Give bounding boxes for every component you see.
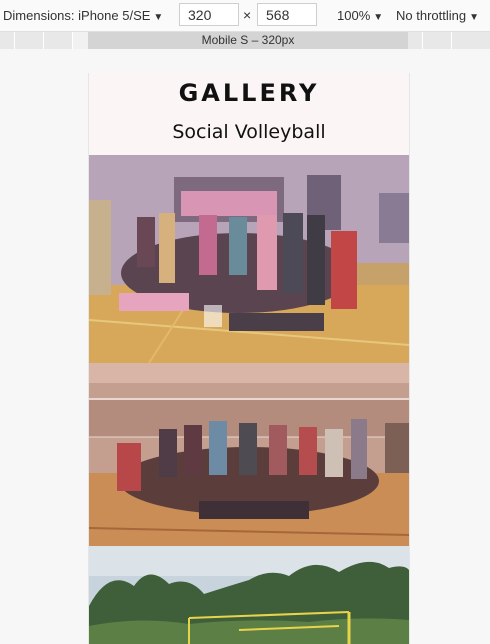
throttle-select[interactable]: No throttling ▼ (396, 0, 479, 31)
media-query-mobile-s[interactable]: Mobile S – 320px (88, 32, 408, 49)
chevron-down-icon: ▼ (469, 12, 479, 23)
media-query-segment[interactable] (452, 32, 490, 49)
media-query-segment[interactable] (423, 32, 452, 49)
page-header: GALLERY Social Volleyball (89, 73, 409, 155)
outdoor-volleyball-photo-icon (89, 546, 409, 644)
page-title: GALLERY (178, 79, 320, 107)
device-select[interactable]: Dimensions: iPhone 5/SE ▼ (3, 0, 163, 31)
height-input[interactable]: 568 (257, 3, 317, 26)
media-query-segment[interactable] (44, 32, 73, 49)
group-photo-hall-1-icon (89, 155, 409, 363)
zoom-label: 100% (337, 8, 371, 23)
width-input[interactable]: 320 (179, 3, 239, 26)
media-query-segment[interactable] (15, 32, 44, 49)
media-query-segment[interactable] (0, 32, 15, 49)
throttle-label: No throttling (396, 8, 467, 23)
gallery-photo-2[interactable] (89, 363, 409, 546)
page-subtitle: Social Volleyball (172, 121, 326, 143)
group-photo-hall-2-icon (89, 363, 409, 546)
gallery-photo-1[interactable] (89, 155, 409, 363)
chevron-down-icon: ▼ (373, 12, 384, 23)
zoom-select[interactable]: 100% ▼ (337, 0, 383, 31)
device-toolbar: Dimensions: iPhone 5/SE ▼ 320 × 568 100% ▼… (0, 0, 490, 32)
emulated-viewport: GALLERY Social Volleyball (88, 73, 410, 644)
gallery-photo-3[interactable] (89, 546, 409, 644)
media-query-segment[interactable] (408, 32, 423, 49)
device-select-label: Dimensions: iPhone 5/SE (3, 8, 151, 23)
dimension-separator: × (243, 7, 252, 23)
chevron-down-icon: ▼ (153, 12, 164, 23)
